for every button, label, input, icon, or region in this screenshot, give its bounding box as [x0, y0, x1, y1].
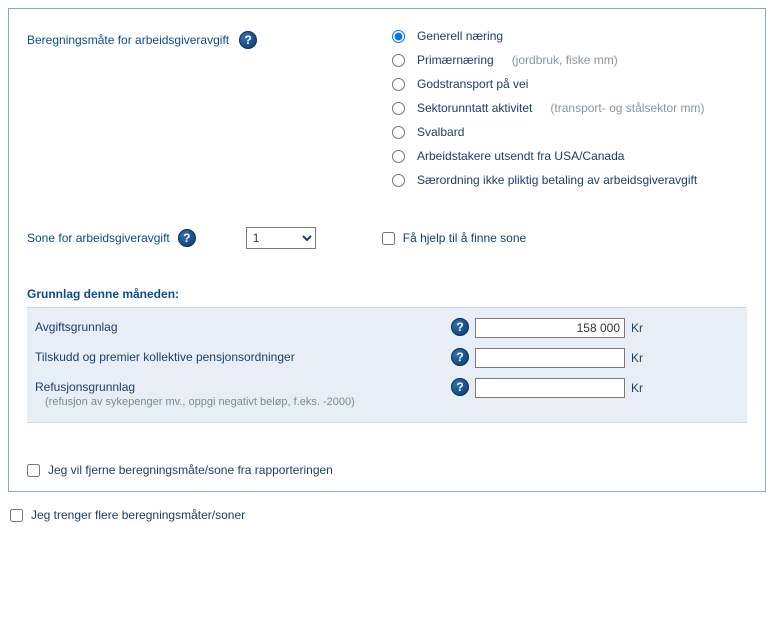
remove-checkbox-row: Jeg vil fjerne beregningsmåte/sone fra r… — [27, 463, 747, 477]
basis-row-label: Tilskudd og premier kollektive pensjonso… — [35, 350, 445, 364]
calc-method-label: Beregningsmåte for arbeidsgiveravgift — [27, 33, 229, 47]
zone-row: Sone for arbeidsgiveravgift ? 1 Få hjelp… — [27, 227, 747, 249]
remove-checkbox[interactable] — [27, 464, 40, 477]
basis-row: Avgiftsgrunnlag? Kr — [35, 318, 739, 338]
calc-method-radio-item: Arbeidstakere utsendt fra USA/Canada — [392, 149, 704, 163]
basis-row-input-wrap: Kr — [475, 378, 643, 398]
basis-row-input[interactable] — [475, 378, 625, 398]
zone-help-checkbox-wrap: Få hjelp til å finne sone — [382, 231, 526, 245]
calc-method-radio[interactable] — [392, 150, 405, 163]
calc-method-radio-label: Primærnæring — [417, 53, 494, 67]
calc-method-radio[interactable] — [392, 126, 405, 139]
basis-row: Refusjonsgrunnlag (refusjon av sykepenger… — [35, 378, 739, 408]
more-checkbox-row: Jeg trenger flere beregningsmåter/soner — [8, 508, 766, 522]
basis-row: Tilskudd og premier kollektive pensjonso… — [35, 348, 739, 368]
calc-method-radio-item: Særordning ikke pliktig betaling av arbe… — [392, 173, 704, 187]
calc-method-radio-label: Svalbard — [417, 125, 464, 139]
calc-method-radio-item: Sektorunntatt aktivitet (transport- og st… — [392, 101, 704, 115]
calc-method-radio-label: Arbeidstakere utsendt fra USA/Canada — [417, 149, 624, 163]
zone-label: Sone for arbeidsgiveravgift — [27, 231, 170, 245]
basis-row-label-wrap: Tilskudd og premier kollektive pensjonso… — [35, 348, 445, 364]
calc-method-radio-hint: (transport- og stålsektor mm) — [550, 101, 704, 115]
zone-help-label: Få hjelp til å finne sone — [403, 231, 526, 245]
more-checkbox[interactable] — [10, 509, 23, 522]
zone-select[interactable]: 1 — [246, 227, 316, 249]
remove-checkbox-label: Jeg vil fjerne beregningsmåte/sone fra r… — [48, 463, 333, 477]
calc-method-radio-label: Godstransport på vei — [417, 77, 528, 91]
basis-row-input-wrap: Kr — [475, 348, 643, 368]
basis-row-input[interactable] — [475, 318, 625, 338]
basis-heading: Grunnlag denne måneden: — [27, 287, 747, 301]
calc-method-radio[interactable] — [392, 102, 405, 115]
calc-method-radio[interactable] — [392, 30, 405, 43]
basis-row-unit: Kr — [631, 321, 643, 335]
zone-help-checkbox[interactable] — [382, 232, 395, 245]
basis-row-label: Avgiftsgrunnlag — [35, 320, 445, 334]
calc-method-radio-label: Sektorunntatt aktivitet — [417, 101, 532, 115]
basis-box: Avgiftsgrunnlag? Kr Tilskudd og premier ko… — [27, 307, 747, 423]
calc-method-radio-label: Generell næring — [417, 29, 503, 43]
basis-row-input-wrap: Kr — [475, 318, 643, 338]
help-icon[interactable]: ? — [451, 348, 469, 366]
help-icon[interactable]: ? — [239, 31, 257, 49]
basis-row-help-wrap: ? — [445, 348, 475, 366]
basis-row-label-wrap: Refusjonsgrunnlag (refusjon av sykepenger… — [35, 378, 445, 408]
calc-method-radio[interactable] — [392, 78, 405, 91]
calc-method-radio[interactable] — [392, 54, 405, 67]
calc-method-radio-label: Særordning ikke pliktig betaling av arbe… — [417, 173, 697, 187]
calc-method-radio-item: Primærnæring (jordbruk, fiske mm) — [392, 53, 704, 67]
help-icon[interactable]: ? — [451, 318, 469, 336]
basis-row-unit: Kr — [631, 351, 643, 365]
basis-row-label-wrap: Avgiftsgrunnlag — [35, 318, 445, 334]
help-icon[interactable]: ? — [178, 229, 196, 247]
zone-select-wrap: 1 — [246, 227, 316, 249]
calc-method-radio-list: Generell næring Primærnæring (jordbruk, fi… — [392, 29, 704, 187]
calc-method-label-wrap: Beregningsmåte for arbeidsgiveravgift ? — [27, 29, 317, 49]
basis-row-unit: Kr — [631, 381, 643, 395]
help-icon[interactable]: ? — [451, 378, 469, 396]
basis-row-hint: (refusjon av sykepenger mv., oppgi negat… — [45, 396, 445, 408]
basis-row-help-wrap: ? — [445, 318, 475, 336]
calc-method-radio-item: Godstransport på vei — [392, 77, 704, 91]
calc-method-radio-item: Generell næring — [392, 29, 704, 43]
calc-method-row: Beregningsmåte for arbeidsgiveravgift ? … — [27, 29, 747, 187]
more-checkbox-label: Jeg trenger flere beregningsmåter/soner — [31, 508, 245, 522]
calc-method-radio-hint: (jordbruk, fiske mm) — [512, 53, 618, 67]
calc-method-radio-item: Svalbard — [392, 125, 704, 139]
basis-row-label: Refusjonsgrunnlag — [35, 380, 445, 394]
basis-row-help-wrap: ? — [445, 378, 475, 396]
calc-method-radio[interactable] — [392, 174, 405, 187]
basis-row-input[interactable] — [475, 348, 625, 368]
main-panel: Beregningsmåte for arbeidsgiveravgift ? … — [8, 8, 766, 492]
